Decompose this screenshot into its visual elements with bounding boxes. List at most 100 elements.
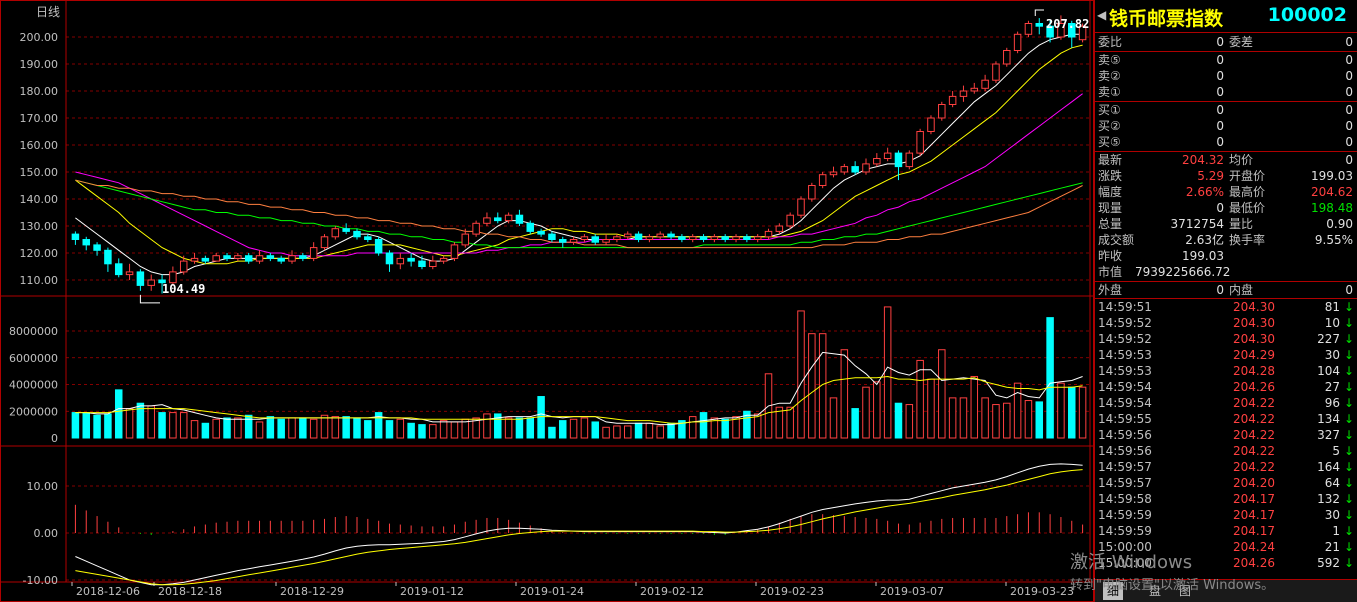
volume-bar <box>266 416 275 439</box>
candle-body <box>114 263 123 276</box>
volume-bar <box>277 418 285 439</box>
candle-body <box>494 217 502 222</box>
volume-bar <box>623 425 632 439</box>
candle-body <box>786 214 794 227</box>
tick-row: 14:59:58 204.17 132 ↓ <box>1098 492 1354 506</box>
candle-body <box>808 185 816 200</box>
candle-body <box>645 236 654 241</box>
volume-bar <box>255 421 264 439</box>
macd-diff-line <box>75 463 1083 586</box>
candle-body <box>201 257 210 262</box>
candle-body <box>548 233 556 241</box>
date-tick-label: 2019-03-07 <box>880 585 944 598</box>
candle-body <box>136 271 145 286</box>
candle-body <box>342 228 350 232</box>
volume-bar <box>613 425 621 439</box>
candle-body <box>981 79 989 89</box>
candle-body <box>385 252 394 265</box>
macd-tick-label: -10.00 <box>23 574 58 587</box>
volume-tick-label: 2000000 <box>9 405 58 418</box>
volume-bar <box>580 417 589 439</box>
ma5-line <box>75 33 1083 276</box>
volume-bar <box>851 408 859 439</box>
tick-row: 14:59:54 204.26 27 ↓ <box>1098 380 1354 394</box>
mcap-row: 市值 7939225666.72 <box>1098 265 1231 279</box>
candle-body <box>894 152 903 168</box>
sell-row-2: 卖② 0 0 <box>1098 69 1353 83</box>
volume-bar <box>396 418 405 439</box>
volume-bar <box>569 418 578 439</box>
tick-row: 14:59:52 204.30 227 ↓ <box>1098 332 1354 346</box>
volume-bar <box>299 417 307 439</box>
period-label: 日线 <box>36 5 60 19</box>
candle-body <box>818 174 827 186</box>
candle-body <box>938 104 946 119</box>
price-tick-label: 170.00 <box>20 112 59 125</box>
volume-bar <box>71 412 80 439</box>
volume-bar <box>125 408 134 439</box>
volume-bar <box>320 414 329 439</box>
candle-body <box>418 260 426 268</box>
candle-body <box>407 257 415 262</box>
candle-body <box>450 244 459 259</box>
volume-bar <box>147 405 155 439</box>
candle-body <box>104 249 112 265</box>
candle-body <box>429 260 437 268</box>
volume-bar <box>418 424 426 439</box>
candle-body <box>364 236 372 241</box>
volume-bar <box>797 310 805 439</box>
volume-bar <box>1068 386 1076 439</box>
now-row: 现量 0 最低价 198.48 <box>1098 201 1353 215</box>
date-tick-label: 2018-12-29 <box>280 585 344 598</box>
candle-body <box>623 233 632 238</box>
high-marker-line <box>1034 9 1044 16</box>
volume-bar <box>190 420 199 439</box>
tick-row: 14:59:59 204.17 30 ↓ <box>1098 508 1354 522</box>
candle-body <box>580 236 589 241</box>
candle-body <box>504 214 513 222</box>
candle-body <box>667 233 675 238</box>
volume-bar <box>548 426 556 439</box>
volume-bar <box>699 412 708 439</box>
candle-body <box>775 225 784 232</box>
candle-body <box>353 230 361 238</box>
volume-bar <box>1024 400 1033 439</box>
candle-body <box>743 236 751 241</box>
volume-bar <box>645 422 654 439</box>
title-row: ◀ 钱币邮票指数 100002 <box>1095 0 1357 33</box>
volume-bar <box>353 417 361 439</box>
candle-body <box>732 236 740 241</box>
volume-bar <box>559 420 567 439</box>
candle-body <box>125 271 134 276</box>
candle-body <box>970 87 979 92</box>
kline-chart[interactable]: 200.00 190.00 180.00 170.00 160.00 150.00 140.… <box>0 0 1094 602</box>
candle-body <box>699 236 708 241</box>
candle-body <box>234 255 242 259</box>
candle-body <box>1013 33 1022 51</box>
volume-bar <box>450 421 459 439</box>
volume-bar <box>981 397 989 439</box>
tick-row: 14:59:53 204.29 30 ↓ <box>1098 348 1354 362</box>
price-tick-label: 190.00 <box>20 58 59 71</box>
caret-icon[interactable]: ◀ <box>1097 8 1106 22</box>
volume-bar <box>515 417 524 439</box>
volume-bar <box>244 414 253 439</box>
volume-bar <box>526 417 535 439</box>
candle-body <box>93 244 101 251</box>
volume-bar <box>483 413 491 439</box>
candle-body <box>634 233 643 241</box>
candle-body <box>212 255 220 262</box>
volume-bar <box>753 413 762 439</box>
candle-body <box>851 166 859 173</box>
volume-bar <box>591 421 599 439</box>
volume-bar <box>158 412 166 439</box>
volume-bar <box>288 417 296 439</box>
candle-body <box>288 255 296 262</box>
candle-body <box>537 230 545 235</box>
candle-body <box>721 236 729 241</box>
price-tick-label: 130.00 <box>20 220 59 233</box>
buy-row-1: 买① 0 0 <box>1098 103 1353 117</box>
volume-bar <box>385 420 394 439</box>
candle-body <box>439 257 448 262</box>
candle-body <box>483 217 491 224</box>
